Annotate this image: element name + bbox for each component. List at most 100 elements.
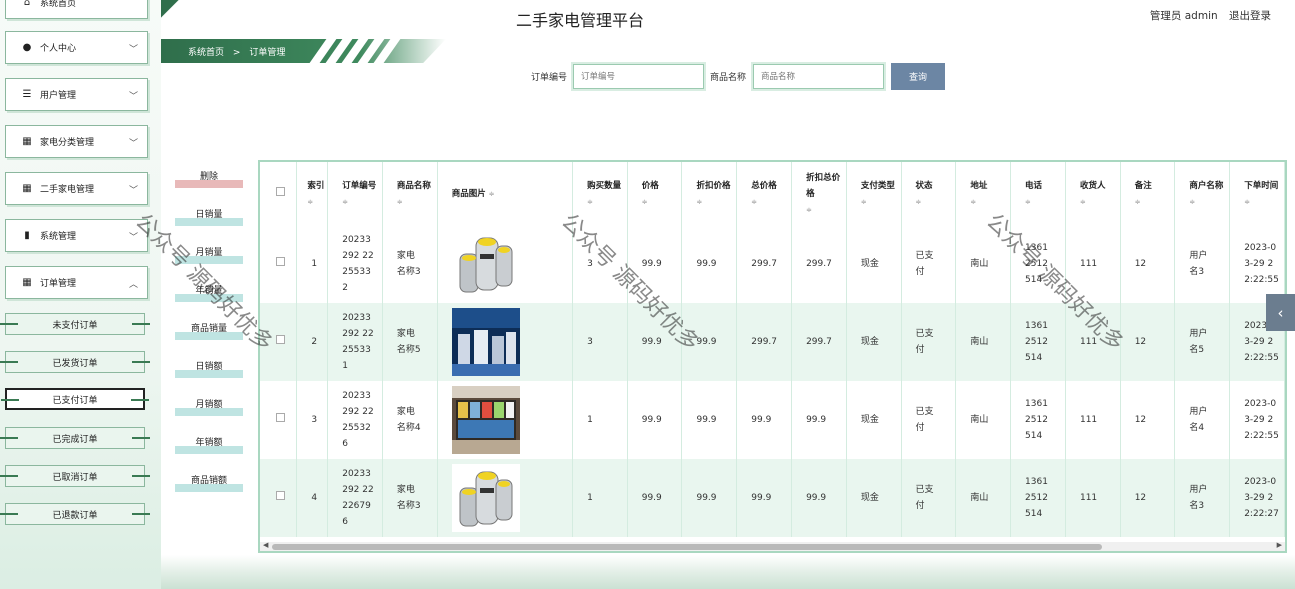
monthly-sales-amount-button[interactable]: 月销额 [175,398,243,416]
sidebar-subitem-unpaid[interactable]: 未支付订单 [0,313,150,335]
row-checkbox[interactable] [260,381,298,459]
yearly-sales-volume-button[interactable]: 年销量 [175,284,243,302]
orders-table: 索引 ≑ 订单编号 ≑ 商品名称 ≑ 商品图片 ≑ 购买数量 ≑ 价格 ≑ 折扣价格 ≑ 总… [260,162,1285,537]
daily-sales-volume-button[interactable]: 日销量 [175,208,243,226]
cell-product-image [437,459,574,537]
table-row[interactable]: 3 20233292 22255326 家电名称4 1 99.9 99.9 99.9 99.9… [260,381,1285,459]
logout-link[interactable]: 退出登录 [1229,10,1271,22]
cell-merchant: 用户名5 [1174,303,1231,381]
col-order-time[interactable]: 下单时间 ≑ [1229,162,1285,225]
table-row[interactable]: 4 20233292 22226796 家电名称3 1 99.9 99.9 99.9 99.9… [260,459,1285,537]
cell-note: 12 [1120,381,1176,459]
yearly-sales-amount-button[interactable]: 年销额 [175,436,243,454]
col-index[interactable]: 索引 ≑ [296,162,329,225]
sort-icon: ≑ [1244,197,1251,206]
sidebar-item-system-management[interactable]: ▮ 系统管理 ﹀ [5,219,148,252]
cell-note: 12 [1120,303,1176,381]
product-sales-volume-button[interactable]: 商品销量 [175,322,243,340]
grid-icon: ▦ [22,183,32,194]
col-total-price[interactable]: 总价格 ≑ [736,162,793,225]
collapse-panel-button[interactable]: ‹ [1266,294,1295,331]
col-address[interactable]: 地址 ≑ [955,162,1012,225]
sidebar-subitem-cancelled[interactable]: 已取消订单 [0,465,150,487]
cell-payment-type: 现金 [846,303,902,381]
breadcrumb-separator: > [232,48,241,58]
breadcrumb-home[interactable]: 系统首页 [188,48,224,58]
col-payment-type[interactable]: 支付类型 ≑ [846,162,902,225]
cell-phone: 1361 2512 514 [1010,381,1066,459]
sidebar-item-label: 用户管理 [40,91,77,101]
row-checkbox[interactable] [260,225,298,303]
cell-price: 99.9 [627,303,683,381]
sidebar-item-category-management[interactable]: ▦ 家电分类管理 ﹀ [5,125,148,158]
delete-button[interactable]: 删除 [175,170,243,188]
sort-icon: ≑ [860,197,867,206]
sort-icon: ≑ [696,197,703,206]
sidebar-item-label: 订单管理 [40,279,77,289]
sidebar-item-order-management[interactable]: ▦ 订单管理 ︿ [5,266,148,299]
cell-discount-price: 99.9 [681,225,738,303]
cell-product-name: 家电名称3 [382,459,438,537]
daily-sales-amount-button[interactable]: 日销额 [175,360,243,378]
col-note[interactable]: 备注 ≑ [1120,162,1176,225]
cell-note: 12 [1120,459,1176,537]
scrollbar-thumb[interactable] [272,544,1102,550]
cell-quantity: 1 [572,381,628,459]
cell-index: 3 [296,381,329,459]
cell-discount-price: 99.9 [681,381,738,459]
cell-product-image [437,381,574,459]
table-row[interactable]: 1 20233292 22255332 家电名称3 3 99.9 99.9 299.7 299… [260,225,1285,303]
cell-address: 南山 [955,381,1012,459]
breadcrumb: 系统首页 > 订单管理 [188,45,291,58]
sidebar-item-appliance-management[interactable]: ▦ 二手家电管理 ﹀ [5,172,148,205]
col-receiver[interactable]: 收货人 ≑ [1065,162,1121,225]
cell-payment-type: 现金 [846,225,902,303]
chevron-down-icon: ﹀ [128,45,138,55]
horizontal-scrollbar[interactable]: ◀ ▶ [260,541,1285,551]
scroll-right-icon[interactable]: ▶ [1277,541,1282,549]
sidebar-subitem-paid[interactable]: 已支付订单 [1,388,149,410]
product-name-input[interactable] [751,62,886,91]
col-product-name[interactable]: 商品名称 ≑ [382,162,438,225]
grid-icon: ▦ [22,277,32,288]
select-all-checkbox[interactable] [260,162,298,225]
chevron-down-icon: ﹀ [128,233,138,243]
col-status[interactable]: 状态 ≑ [901,162,957,225]
chevron-down-icon: ﹀ [128,139,138,149]
sidebar-subitem-completed[interactable]: 已完成订单 [0,427,150,449]
cell-status: 已支付 [901,225,957,303]
col-discount-total[interactable]: 折扣总价格 ≑ [791,162,847,225]
table-row[interactable]: 2 20233292 22255331 家电名称5 3 99.9 99.9 299.7 299… [260,303,1285,381]
sidebar-item-user-management[interactable]: ☰ 用户管理 ﹀ [5,78,148,111]
col-product-image[interactable]: 商品图片 ≑ [437,162,574,225]
sidebar-item-personal-center[interactable]: ● 个人中心 ﹀ [5,31,148,64]
table-header-row: 索引 ≑ 订单编号 ≑ 商品名称 ≑ 商品图片 ≑ 购买数量 ≑ 价格 ≑ 折扣价格 ≑ 总… [260,162,1285,225]
sort-icon: ≑ [970,197,977,206]
sidebar-subitem-refunded[interactable]: 已退款订单 [0,503,150,525]
cell-index: 2 [296,303,329,381]
col-price[interactable]: 价格 ≑ [627,162,683,225]
col-quantity[interactable]: 购买数量 ≑ [572,162,628,225]
sidebar: ⌂ 系统首页 ● 个人中心 ﹀ ☰ 用户管理 ﹀ ▦ 家电分类管理 ﹀ ▦ 二手… [0,0,161,589]
monthly-sales-volume-button[interactable]: 月销量 [175,246,243,264]
product-sales-amount-button[interactable]: 商品销额 [175,474,243,492]
scroll-left-icon[interactable]: ◀ [263,541,268,549]
cell-merchant: 用户名3 [1174,225,1231,303]
sidebar-subitem-shipped[interactable]: 已发货订单 [0,351,150,373]
chevron-down-icon: ﹀ [128,92,138,102]
sliders-icon: ☰ [22,89,32,100]
row-checkbox[interactable] [260,303,298,381]
order-number-input[interactable] [571,62,706,91]
grid-icon: ▦ [22,136,32,147]
col-order-no[interactable]: 订单编号 ≑ [327,162,383,225]
col-merchant[interactable]: 商户名称 ≑ [1174,162,1231,225]
cell-price: 99.9 [627,459,683,537]
order-number-label: 订单编号 [531,73,568,83]
cell-status: 已支付 [901,381,957,459]
col-discount-price[interactable]: 折扣价格 ≑ [681,162,738,225]
page-title: 二手家电管理平台 [515,11,644,30]
col-phone[interactable]: 电话 ≑ [1010,162,1066,225]
search-button[interactable]: 查询 [891,63,945,90]
row-checkbox[interactable] [260,459,298,537]
bar-chart-icon: ▮ [24,230,30,241]
